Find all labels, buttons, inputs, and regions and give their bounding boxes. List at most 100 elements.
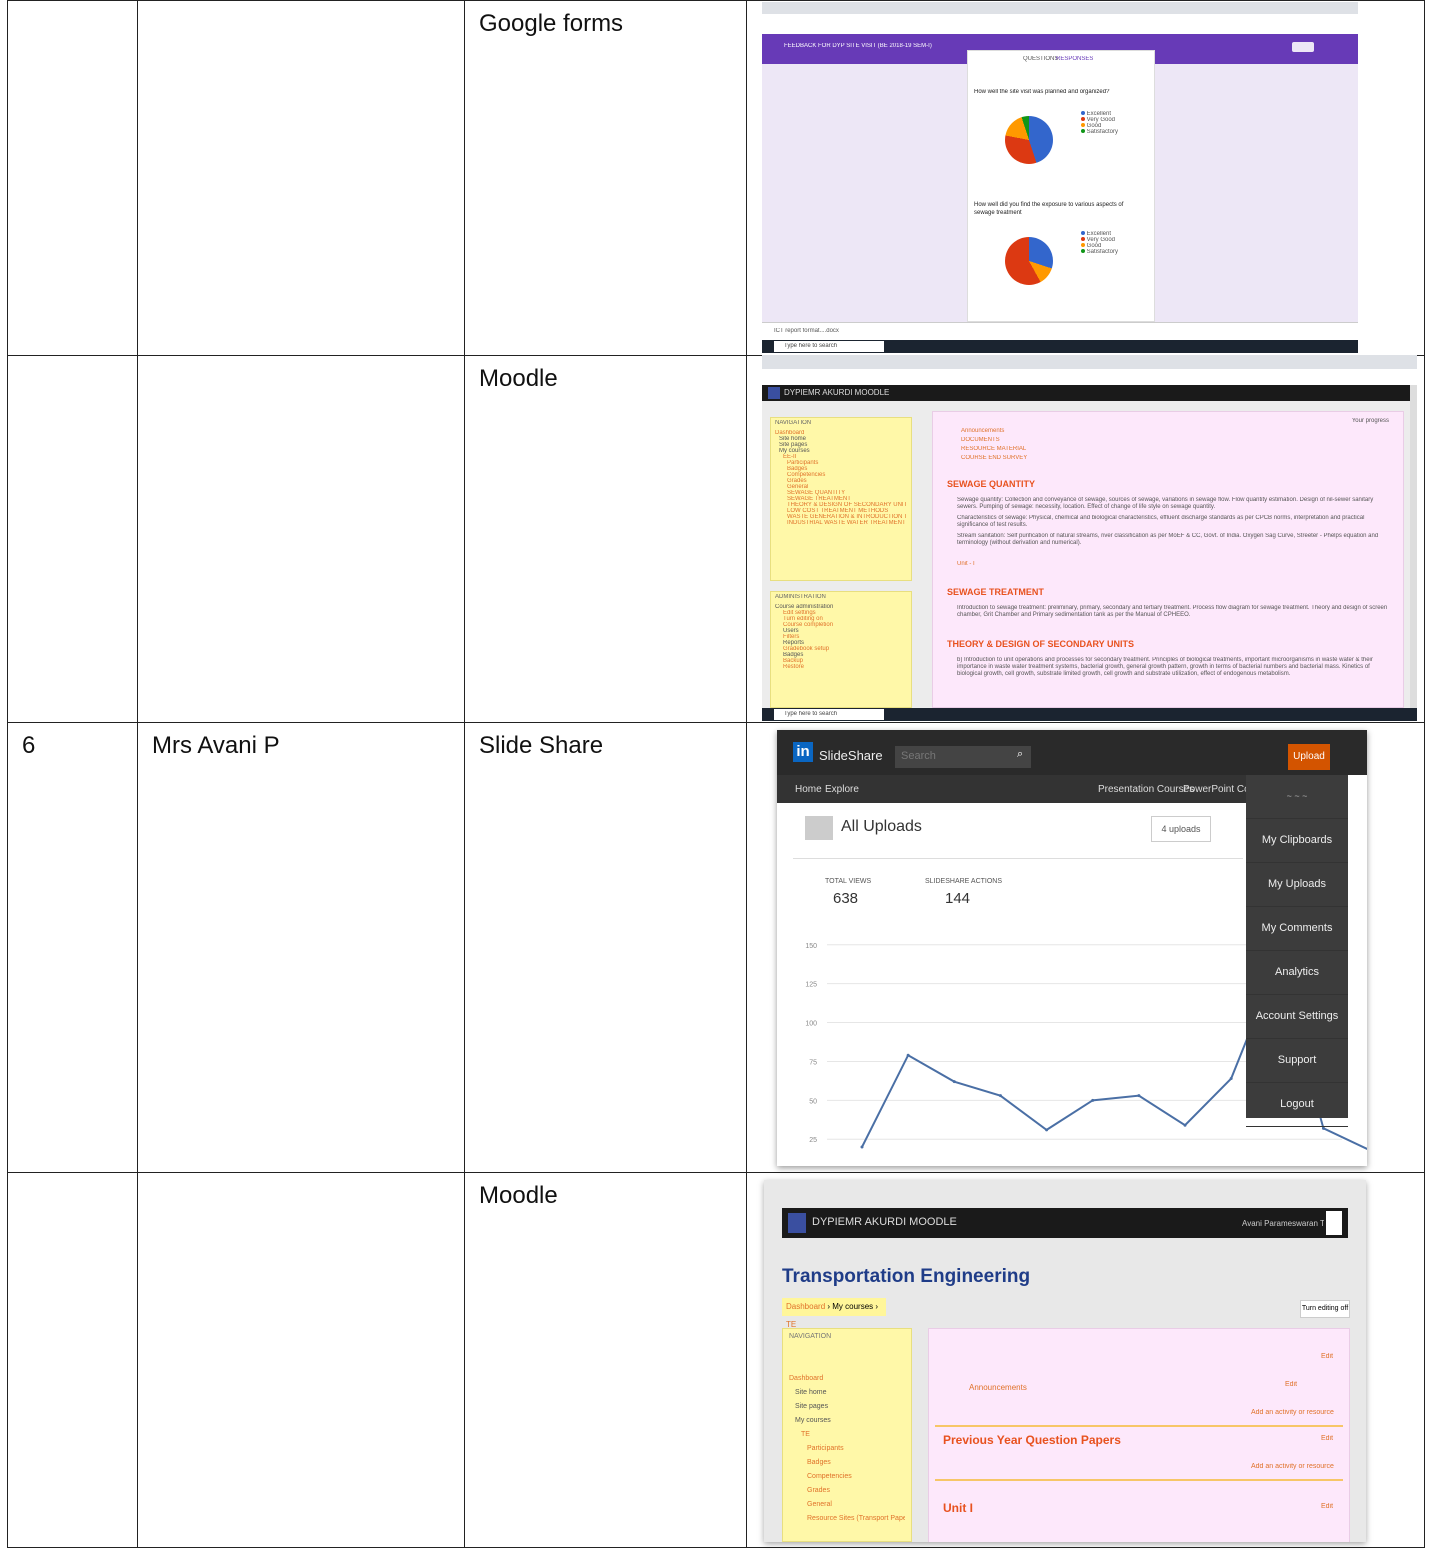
uploads-dropdown[interactable]: 4 uploads: [1151, 816, 1211, 842]
add-activity-link[interactable]: Add an activity or resource: [1251, 1409, 1334, 1416]
pie-chart-2: [1005, 237, 1053, 285]
menu-item-clipboards[interactable]: My Clipboards: [1246, 819, 1348, 863]
menu-header: ~ ~ ~: [1246, 775, 1348, 819]
nav-presentation-courses[interactable]: Presentation Courses: [1098, 784, 1194, 795]
legend-2: Excellent Very Good Good Satisfactory: [1081, 231, 1118, 255]
sr-cell: [7, 355, 138, 723]
moodle-header: DYPIEMR AKURDI MOODLE Avani Parameswaran…: [782, 1208, 1348, 1238]
legend-1: Excellent Very Good Good Satisfactory: [1081, 111, 1118, 135]
linkedin-logo-icon: in: [793, 742, 813, 762]
data-point: [1321, 1126, 1325, 1130]
administration-block: ADMINISTRATION Course administration Edi…: [770, 591, 912, 708]
edit-link[interactable]: Edit: [1321, 1503, 1333, 1510]
menu-item-uploads[interactable]: My Uploads: [1246, 863, 1348, 907]
search-input[interactable]: Type here to search: [774, 709, 884, 720]
download-item[interactable]: ICT report format....docx: [774, 328, 839, 334]
data-point: [860, 1145, 864, 1149]
moodle-logo-icon: [788, 1213, 806, 1233]
nav-title: NAVIGATION: [775, 420, 812, 426]
data-point: [952, 1080, 956, 1084]
progress-label: Your progress: [1351, 418, 1389, 424]
tab-questions[interactable]: QUESTIONS: [1023, 56, 1058, 62]
stat-label-views: TOTAL VIEWS: [825, 878, 872, 885]
y-tick-label: 25: [809, 1137, 817, 1144]
search-input[interactable]: Search: [895, 746, 1031, 768]
moodle-header: DYPIEMR AKURDI MOODLE: [762, 385, 1410, 401]
google-forms-screenshot: FEEDBACK FOR DYP SITE VISIT (BE 2018-19 …: [762, 2, 1358, 353]
menu-item-support[interactable]: Support: [1246, 1039, 1348, 1083]
turn-editing-off-button[interactable]: Turn editing off: [1300, 1300, 1350, 1318]
course-title: Transportation Engineering: [782, 1266, 1031, 1287]
moodle-screenshot-2: DYPIEMR AKURDI MOODLE Avani Parameswaran…: [764, 1180, 1366, 1542]
section-heading: THEORY & DESIGN OF SECONDARY UNITS: [947, 639, 1135, 649]
name-cell: [137, 355, 465, 723]
section-heading: SEWAGE QUANTITY: [947, 479, 1036, 489]
edit-link[interactable]: Edit: [1321, 1353, 1333, 1360]
tab-responses[interactable]: RESPONSES: [1056, 56, 1093, 62]
course-content: Your progress Announcements DOCUMENTS RE…: [932, 411, 1404, 708]
data-point: [1137, 1094, 1141, 1098]
resource-link[interactable]: DOCUMENTS: [947, 437, 1389, 443]
user-name[interactable]: Avani Parameswaran Thampi: [1242, 1219, 1324, 1228]
data-point: [1229, 1077, 1233, 1081]
announcements-link[interactable]: Announcements: [969, 1383, 1027, 1392]
moodle-screenshot-1: DYPIEMR AKURDI MOODLE NAVIGATION Dashboa…: [762, 355, 1417, 721]
edit-link[interactable]: Edit: [1285, 1381, 1297, 1388]
unit-link[interactable]: Unit - I: [947, 561, 1389, 567]
nav-explore[interactable]: Explore: [825, 784, 859, 795]
y-tick-label: 100: [805, 1021, 817, 1028]
form-title: FEEDBACK FOR DYP SITE VISIT (BE 2018-19 …: [784, 43, 932, 49]
menu-item-logout[interactable]: Logout: [1246, 1083, 1348, 1127]
y-tick-label: 50: [809, 1098, 817, 1105]
user-dropdown-menu: ~ ~ ~ My Clipboards My Uploads My Commen…: [1246, 775, 1348, 1127]
site-name[interactable]: DYPIEMR AKURDI MOODLE: [784, 388, 889, 397]
section-heading: Previous Year Question Papers: [943, 1433, 1121, 1447]
data-point: [1045, 1128, 1049, 1132]
tool-label: Slide Share: [479, 732, 604, 759]
search-input[interactable]: Type here to search: [774, 341, 884, 352]
data-point: [906, 1053, 910, 1057]
windows-taskbar: Type here to search: [762, 708, 1417, 721]
resource-link[interactable]: Announcements: [947, 428, 1389, 434]
avatar[interactable]: [1326, 1211, 1342, 1235]
menu-item-comments[interactable]: My Comments: [1246, 907, 1348, 951]
navigation-block: NAVIGATION Dashboard Site home Site page…: [782, 1328, 912, 1542]
resource-link[interactable]: RESOURCE MATERIAL: [947, 446, 1389, 452]
serial-number: 6: [22, 732, 36, 759]
browser-tab-strip: [762, 355, 1417, 369]
windows-taskbar: Type here to search: [762, 340, 1358, 353]
menu-item-analytics[interactable]: Analytics: [1246, 951, 1348, 995]
navigation-block: NAVIGATION Dashboard Site home Site page…: [770, 417, 912, 581]
edit-link[interactable]: Edit: [1321, 1435, 1333, 1442]
tool-cell: Google forms: [464, 0, 747, 356]
data-point: [1091, 1098, 1095, 1102]
nav-home[interactable]: Home: [795, 784, 822, 795]
y-tick-label: 150: [805, 943, 817, 950]
upload-button[interactable]: Upload: [1288, 744, 1330, 770]
resource-link[interactable]: COURSE END SURVEY: [947, 455, 1389, 461]
menu-item-account-settings[interactable]: Account Settings: [1246, 995, 1348, 1039]
tool-label: Google forms: [479, 10, 624, 37]
responses-card: QUESTIONS RESPONSES How well the site vi…: [967, 50, 1155, 322]
site-name[interactable]: DYPIEMR AKURDI MOODLE: [812, 1216, 957, 1228]
section-heading: Unit I: [943, 1501, 973, 1515]
address-bar[interactable]: [762, 369, 1417, 386]
send-button[interactable]: [1292, 42, 1314, 52]
brand-name[interactable]: SlideShare: [819, 748, 883, 763]
course-content: Edit Announcements Edit Add an activity …: [928, 1328, 1350, 1542]
stat-label-actions: SLIDESHARE ACTIONS: [925, 878, 1003, 885]
stat-value-views: 638: [833, 890, 859, 907]
search-icon[interactable]: ⌕: [1017, 748, 1023, 761]
address-bar[interactable]: [762, 14, 1358, 35]
y-tick-label: 125: [805, 982, 817, 989]
slideshare-screenshot: in SlideShare Search ⌕ Upload Home Explo…: [777, 730, 1367, 1166]
nav-title: NAVIGATION: [789, 1333, 832, 1340]
add-activity-link[interactable]: Add an activity or resource: [1251, 1463, 1334, 1470]
breadcrumb: Dashboard › My courses › TE: [782, 1298, 886, 1329]
folder-icon: [805, 816, 833, 840]
downloads-bar: ICT report format....docx: [762, 322, 1358, 341]
question-1: How well the site visit was planned and …: [974, 89, 1110, 95]
name-cell: Mrs Avani P: [137, 722, 465, 1173]
faculty-name: Mrs Avani P: [152, 732, 280, 759]
sr-cell: [7, 1172, 138, 1548]
